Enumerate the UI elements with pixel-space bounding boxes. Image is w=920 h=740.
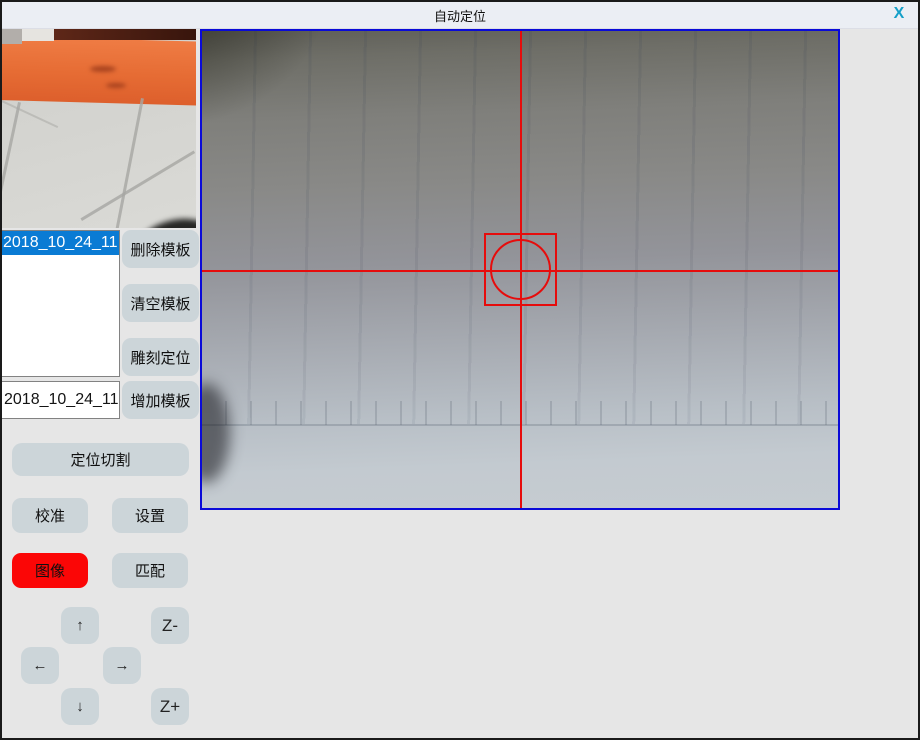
jog-up-button[interactable]: ↑ [61, 607, 99, 644]
settings-button[interactable]: 设置 [112, 498, 188, 533]
thumbnail-corner-patch [2, 28, 22, 44]
thumbnail-dark-object [129, 211, 196, 228]
position-cut-button[interactable]: 定位切割 [12, 443, 189, 476]
clear-templates-button[interactable]: 清空模板 [122, 284, 199, 322]
delete-template-button[interactable]: 删除模板 [122, 230, 199, 268]
template-list-item[interactable]: 2018_10_24_11 [2, 231, 119, 255]
image-button[interactable]: 图像 [12, 553, 88, 588]
window-title: 自动定位 [0, 6, 920, 25]
close-icon[interactable]: X [888, 3, 910, 25]
camera-viewport[interactable] [200, 29, 840, 510]
thumbnail-tile-line [2, 102, 21, 228]
thumbnail-stain [90, 66, 116, 72]
jog-z-plus-button[interactable]: Z+ [151, 688, 189, 725]
jog-down-button[interactable]: ↓ [61, 688, 99, 725]
match-button[interactable]: 匹配 [112, 553, 188, 588]
target-circle [490, 239, 551, 300]
engrave-position-button[interactable]: 雕刻定位 [122, 338, 199, 376]
auto-position-window: 自动定位 X 2018_10_24_11 删除模板 清空模板 雕刻定位 增加模板… [0, 0, 920, 740]
title-bar: 自动定位 X [0, 0, 920, 29]
thumbnail-tile-line [2, 100, 58, 128]
template-list[interactable]: 2018_10_24_11 [1, 230, 120, 377]
jog-right-button[interactable]: → [103, 647, 141, 684]
template-thumbnail [2, 28, 196, 228]
calibrate-button[interactable]: 校准 [12, 498, 88, 533]
jog-left-button[interactable]: ← [21, 647, 59, 684]
thumbnail-tile-line [115, 98, 144, 228]
thumbnail-tile-line [80, 150, 195, 221]
thumbnail-stain [106, 83, 126, 88]
thumbnail-corner-patch [22, 28, 54, 41]
template-name-input[interactable] [1, 381, 120, 419]
add-template-button[interactable]: 增加模板 [122, 381, 199, 419]
thumbnail-dark-strip [54, 28, 196, 40]
jog-z-minus-button[interactable]: Z- [151, 607, 189, 644]
